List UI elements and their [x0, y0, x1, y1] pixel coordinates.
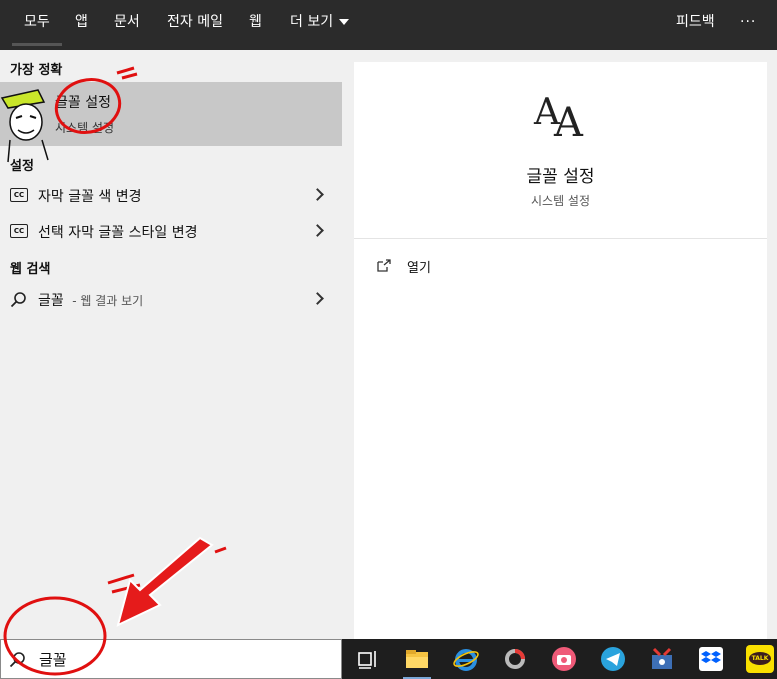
chevron-right-icon[interactable]: [311, 292, 324, 305]
web-search-label: 글꼴 - 웹 결과 보기: [38, 290, 143, 310]
detail-pane: A A 글꼴 설정 시스템 설정 열기: [354, 62, 767, 639]
tab-documents[interactable]: 문서: [114, 0, 140, 50]
settings-header: 설정: [10, 159, 34, 174]
search-box[interactable]: 글꼴: [0, 639, 342, 679]
web-search-header: 웹 검색: [10, 262, 51, 277]
tab-email[interactable]: 전자 메일: [167, 0, 223, 50]
search-filter-bar: 모두 앱 문서 전자 메일 웹 더 보기 피드백 ···: [0, 0, 777, 50]
font-icon: A A: [533, 92, 584, 140]
best-match-item[interactable]: 글꼴 설정 시스템 설정: [0, 82, 342, 146]
tab-apps[interactable]: 앱: [75, 0, 88, 50]
settings-item-caption-color[interactable]: CC 자막 글꼴 색 변경: [0, 178, 342, 214]
search-icon: [9, 652, 25, 668]
internet-explorer-icon[interactable]: [452, 645, 480, 673]
file-explorer-icon[interactable]: [403, 645, 431, 673]
web-search-query: 글꼴: [38, 293, 64, 309]
app-ring-icon[interactable]: [501, 645, 529, 673]
web-search-suffix: - 웹 결과 보기: [72, 294, 144, 308]
settings-item-caption-style[interactable]: CC 선택 자막 글꼴 스타일 변경: [0, 214, 342, 250]
chevron-right-icon[interactable]: [311, 224, 324, 237]
open-icon: [377, 259, 391, 272]
telegram-icon[interactable]: [599, 645, 627, 673]
kakaotalk-label: TALK: [749, 652, 771, 665]
dropbox-icon[interactable]: [697, 645, 725, 673]
open-action[interactable]: 열기: [376, 257, 516, 281]
more-options-button[interactable]: ···: [740, 0, 756, 50]
open-action-label: 열기: [407, 261, 431, 276]
detail-title: 글꼴 설정: [526, 167, 595, 187]
caret-down-icon: [339, 19, 350, 25]
feedback-button[interactable]: 피드백: [676, 0, 715, 50]
search-icon: [10, 292, 26, 308]
settings-item-label: 자막 글꼴 색 변경: [38, 189, 142, 205]
camera-app-icon[interactable]: [550, 645, 578, 673]
caption-icon: CC: [10, 224, 28, 238]
best-match-subtitle: 시스템 설정: [55, 121, 115, 135]
best-match-header: 가장 정확: [10, 63, 63, 78]
tab-web[interactable]: 웹: [249, 0, 262, 50]
caption-icon: CC: [10, 188, 28, 202]
video-editor-icon[interactable]: [648, 645, 676, 673]
task-view-icon[interactable]: [354, 645, 382, 673]
detail-subtitle: 시스템 설정: [530, 194, 590, 208]
taskbar: TALK: [342, 639, 777, 679]
web-search-item[interactable]: 글꼴 - 웹 결과 보기: [0, 282, 342, 318]
divider: [354, 238, 767, 239]
results-list: 가장 정확 글꼴 설정 시스템 설정 설정 CC 자막 글꼴 색 변경 CC 선…: [0, 50, 342, 639]
tab-more-label: 더 보기: [290, 14, 334, 30]
tab-more[interactable]: 더 보기: [290, 0, 350, 50]
chevron-right-icon[interactable]: [311, 188, 324, 201]
kakaotalk-icon[interactable]: TALK: [746, 645, 774, 673]
best-match-title: 글꼴 설정: [55, 95, 111, 111]
svg-text:A: A: [553, 100, 584, 140]
search-input[interactable]: 글꼴: [39, 649, 67, 670]
settings-item-label: 선택 자막 글꼴 스타일 변경: [38, 225, 198, 241]
tab-all[interactable]: 모두: [12, 0, 62, 50]
